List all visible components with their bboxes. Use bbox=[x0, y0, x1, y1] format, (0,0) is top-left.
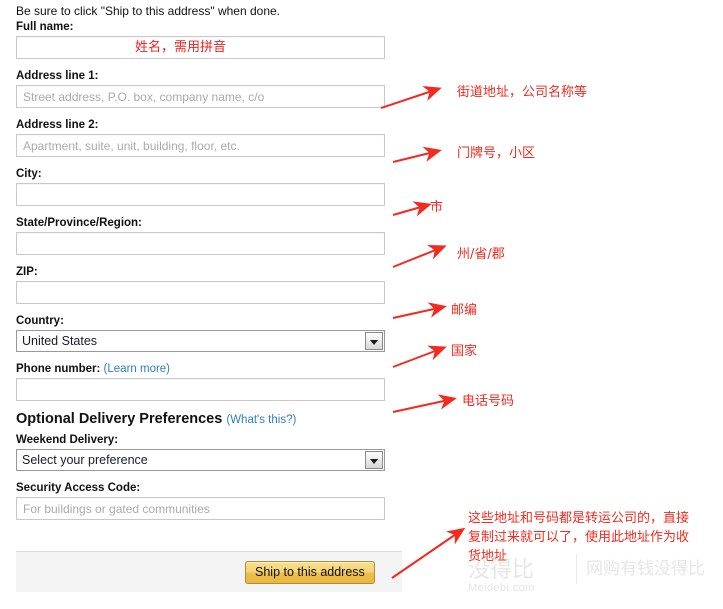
field-city: City: bbox=[16, 167, 386, 206]
label-city: City: bbox=[16, 168, 42, 180]
field-phone-number: Phone number: (Learn more) bbox=[16, 362, 386, 401]
shipping-address-form: Be sure to click "Ship to this address" … bbox=[16, 4, 386, 530]
weekend-delivery-select[interactable]: Select your preference bbox=[16, 449, 385, 471]
annotation-zip: 邮编 bbox=[451, 303, 478, 318]
optional-delivery-preferences-title: Optional Delivery Preferences bbox=[16, 411, 223, 427]
field-zip: ZIP: bbox=[16, 265, 386, 304]
country-select-value: United States bbox=[22, 334, 98, 348]
label-full-name: Full name: bbox=[16, 21, 74, 33]
arrow-to-phone bbox=[392, 394, 457, 413]
arrow-to-zip bbox=[392, 302, 447, 319]
field-state-province-region: State/Province/Region: bbox=[16, 216, 386, 255]
address-form-page: Be sure to click "Ship to this address" … bbox=[0, 0, 723, 609]
full-name-input-wrap: 姓名，需用拼音 bbox=[16, 36, 385, 59]
field-security-access-code: Security Access Code: bbox=[16, 481, 386, 520]
annotation-country: 国家 bbox=[451, 344, 478, 359]
city-input[interactable] bbox=[16, 183, 385, 206]
arrow-to-country bbox=[392, 345, 447, 368]
arrow-to-city bbox=[392, 201, 432, 217]
field-full-name: Full name: 姓名，需用拼音 bbox=[16, 20, 386, 59]
label-security-access-code: Security Access Code: bbox=[16, 482, 141, 494]
country-select[interactable]: United States bbox=[16, 330, 385, 352]
label-weekend-delivery: Weekend Delivery: bbox=[16, 434, 119, 446]
learn-more-link[interactable]: (Learn more) bbox=[104, 363, 170, 375]
state-province-region-input[interactable] bbox=[16, 232, 385, 255]
annotation-address-line-2: 门牌号，小区 bbox=[457, 146, 536, 161]
label-address-line-1: Address line 1: bbox=[16, 70, 99, 82]
phone-number-input[interactable] bbox=[16, 378, 385, 401]
watermark-url: Meidebi.com bbox=[468, 582, 535, 594]
security-access-code-input[interactable] bbox=[16, 497, 385, 520]
annotation-city: 市 bbox=[430, 200, 444, 215]
chevron-down-icon[interactable] bbox=[365, 451, 383, 469]
annotation-phone: 电话号码 bbox=[462, 394, 515, 409]
ship-to-this-address-button[interactable]: Ship to this address bbox=[245, 561, 375, 584]
chevron-down-icon[interactable] bbox=[365, 332, 383, 350]
field-address-line-2: Address line 2: bbox=[16, 118, 386, 157]
field-address-line-1: Address line 1: bbox=[16, 69, 386, 108]
field-weekend-delivery: Weekend Delivery: Select your preference bbox=[16, 433, 386, 471]
arrow-to-state bbox=[392, 244, 447, 268]
field-country: Country: United States bbox=[16, 314, 386, 352]
form-footer-bar: Ship to this address bbox=[16, 551, 402, 592]
weekend-delivery-select-value: Select your preference bbox=[22, 453, 148, 467]
label-address-line-2: Address line 2: bbox=[16, 119, 99, 131]
annotation-address-line-1: 街道地址，公司名称等 bbox=[457, 85, 588, 100]
label-country: Country: bbox=[16, 315, 64, 327]
zip-input[interactable] bbox=[16, 281, 385, 304]
label-phone-number: Phone number: (Learn more) bbox=[16, 362, 386, 376]
optional-delivery-preferences-heading: Optional Delivery Preferences (What's th… bbox=[16, 411, 386, 429]
whats-this-link[interactable]: (What's this?) bbox=[226, 414, 296, 426]
address-line-2-input[interactable] bbox=[16, 134, 385, 157]
arrow-to-ship-button bbox=[391, 527, 466, 579]
arrow-to-address-line-1 bbox=[380, 86, 442, 109]
address-line-1-input[interactable] bbox=[16, 85, 385, 108]
label-zip: ZIP: bbox=[16, 266, 38, 278]
label-state-province-region: State/Province/Region: bbox=[16, 217, 142, 229]
arrow-to-address-line-2 bbox=[392, 146, 442, 163]
annotation-state: 州/省/郡 bbox=[457, 247, 505, 262]
full-name-input[interactable] bbox=[16, 36, 385, 59]
annotation-ship-to-address-note: 这些地址和号码都是转运公司的，直接复制过来就可以了，使用此地址作为收货地址 bbox=[468, 511, 690, 564]
form-instruction-text: Be sure to click "Ship to this address" … bbox=[16, 4, 280, 18]
label-phone-number-text: Phone number: bbox=[16, 363, 101, 375]
